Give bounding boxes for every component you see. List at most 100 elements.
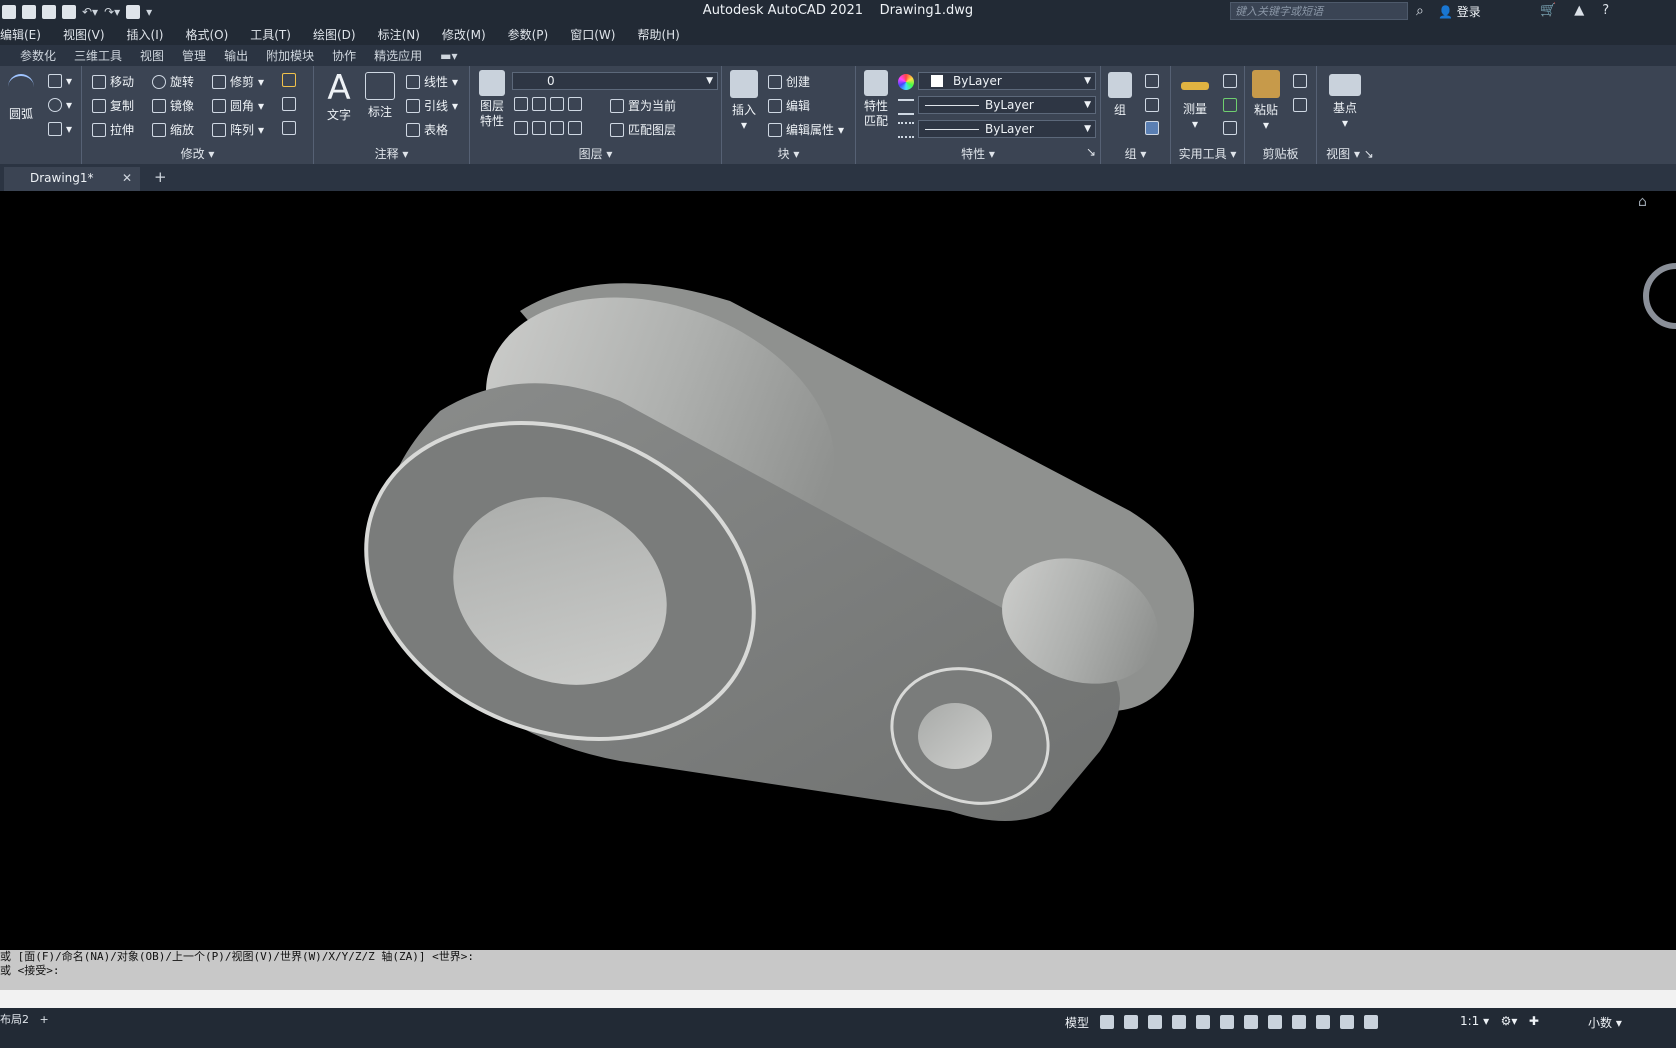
layer-thaw-icon[interactable]	[550, 121, 564, 135]
polar-icon[interactable]	[1172, 1015, 1186, 1029]
linetype-dropdown[interactable]: ByLayer ▼	[918, 96, 1096, 114]
ellipse-button[interactable]: ▾	[48, 98, 72, 112]
panel-title-properties[interactable]: 特性 ▾ ↘	[856, 145, 1100, 162]
stretch-button[interactable]: 拉伸	[92, 121, 134, 138]
panel-title-modify[interactable]: 修改 ▾	[82, 145, 313, 162]
autodesk-icon[interactable]: ▲	[1574, 3, 1584, 18]
annotation-scale-icon[interactable]	[1340, 1015, 1354, 1029]
calculator-icon[interactable]	[1223, 121, 1237, 135]
menu-view[interactable]: 视图(V)	[63, 26, 105, 43]
close-icon[interactable]: ✕	[122, 171, 132, 185]
cut-icon[interactable]	[1293, 74, 1307, 88]
layer-on-icon[interactable]	[514, 121, 528, 135]
osnap-icon[interactable]	[1196, 1015, 1210, 1029]
dialog-launcher-icon[interactable]: ↘	[1086, 145, 1096, 159]
base-point-button[interactable]: 基点 ▾	[1325, 74, 1365, 130]
units-selector[interactable]: 小数 ▾	[1588, 1014, 1622, 1031]
fillet-button[interactable]: 圆角 ▾	[212, 97, 264, 114]
cart-icon[interactable]: 🛒	[1540, 3, 1556, 18]
user-icon[interactable]	[1292, 1015, 1306, 1029]
home-icon[interactable]: ⌂	[1638, 194, 1647, 210]
panel-title-layers[interactable]: 图层 ▾	[470, 145, 721, 162]
menu-window[interactable]: 窗口(W)	[570, 26, 615, 43]
layer-unlock-icon[interactable]	[568, 121, 582, 135]
set-current-button[interactable]: 置为当前	[610, 97, 676, 114]
login-button[interactable]: 👤 登录	[1438, 3, 1481, 20]
layer-freeze-icon[interactable]	[550, 97, 564, 111]
group-button[interactable]: 组	[1103, 72, 1137, 118]
text-button[interactable]: A 文字	[322, 70, 356, 123]
menu-format[interactable]: 格式(O)	[185, 26, 228, 43]
rotate-button[interactable]: 旋转	[152, 73, 194, 90]
snap-icon[interactable]	[1124, 1015, 1138, 1029]
layer-isolate-icon[interactable]	[532, 97, 546, 111]
scale-button[interactable]: 缩放	[152, 121, 194, 138]
move-button[interactable]: 移动	[92, 73, 134, 90]
array-button[interactable]: 阵列 ▾	[212, 121, 264, 138]
layer-properties-button[interactable]: 图层特性	[474, 70, 510, 129]
panel-title-utilities[interactable]: 实用工具 ▾	[1171, 145, 1244, 162]
text-icon[interactable]	[1220, 1015, 1234, 1029]
menu-parametric[interactable]: 参数(P)	[508, 26, 549, 43]
grid-icon[interactable]	[1100, 1015, 1114, 1029]
table-button[interactable]: 表格	[406, 121, 448, 138]
layer-off-icon[interactable]	[514, 97, 528, 111]
panel-title-annotation[interactable]: 注释 ▾	[314, 145, 469, 162]
panel-title-view[interactable]: 视图 ▾ ↘	[1317, 145, 1383, 162]
dimension-button[interactable]: 标注	[362, 72, 398, 120]
menu-edit[interactable]: 编辑(E)	[0, 26, 41, 43]
lineweight-dropdown[interactable]: ByLayer ▼	[918, 120, 1096, 138]
tab-view[interactable]: 视图	[140, 47, 164, 64]
doc-tab-drawing1[interactable]: Drawing1* ✕	[4, 167, 140, 191]
drawing-viewport[interactable]: ⌂	[0, 191, 1676, 945]
rectangle-button[interactable]: ▾	[48, 74, 72, 88]
layer-unisolate-icon[interactable]	[532, 121, 546, 135]
menu-insert[interactable]: 插入(I)	[127, 26, 164, 43]
tab-3d-tools[interactable]: 三维工具	[74, 47, 122, 64]
layer-lock-icon[interactable]	[568, 97, 582, 111]
paste-button[interactable]: 粘贴 ▾	[1249, 70, 1283, 132]
tab-parametric[interactable]: 参数化	[20, 47, 56, 64]
panel-title-block[interactable]: 块 ▾	[722, 145, 855, 162]
edit-attributes-button[interactable]: 编辑属性 ▾	[768, 121, 844, 138]
hatch-button[interactable]: ▾	[48, 122, 72, 136]
tab-collaborate[interactable]: 协作	[332, 47, 356, 64]
leader-button[interactable]: 引线 ▾	[406, 97, 458, 114]
model-space-button[interactable]: 模型	[1065, 1014, 1089, 1031]
menu-draw[interactable]: 绘图(D)	[313, 26, 356, 43]
copy-clip-icon[interactable]	[1293, 98, 1307, 112]
keyboard-icon[interactable]	[1268, 1015, 1282, 1029]
ortho-icon[interactable]	[1148, 1015, 1162, 1029]
new-tab-icon[interactable]: +	[154, 168, 167, 186]
annotation-scale[interactable]: 1:1 ▾ ⚙▾ ✚	[1460, 1014, 1539, 1028]
tab-addins[interactable]: 附加模块	[266, 47, 314, 64]
trim-button[interactable]: 修剪 ▾	[212, 73, 264, 90]
menu-help[interactable]: 帮助(H)	[637, 26, 679, 43]
offset-button[interactable]	[282, 121, 296, 135]
edit-block-button[interactable]: 编辑	[768, 97, 810, 114]
mirror-button[interactable]: 镜像	[152, 97, 194, 114]
help-icon[interactable]: ?	[1602, 3, 1609, 18]
menu-modify[interactable]: 修改(M)	[442, 26, 486, 43]
color-wheel-icon[interactable]	[898, 74, 914, 90]
arc-button[interactable]: 圆弧	[4, 74, 38, 122]
viewcube-ring[interactable]	[1643, 263, 1676, 329]
command-input[interactable]	[0, 990, 1676, 1008]
wrench-icon[interactable]	[1316, 1015, 1330, 1029]
copy-button[interactable]: 复制	[92, 97, 134, 114]
quick-select-icon[interactable]	[1223, 74, 1237, 88]
menu-tools[interactable]: 工具(T)	[250, 26, 291, 43]
group-select-icon[interactable]	[1145, 121, 1159, 135]
erase-button[interactable]	[282, 73, 296, 87]
measure-button[interactable]: 测量 ▾	[1173, 72, 1217, 131]
create-block-button[interactable]: 创建	[768, 73, 810, 90]
tab-output[interactable]: 输出	[224, 47, 248, 64]
ungroup-icon[interactable]	[1145, 74, 1159, 88]
match-layer-button[interactable]: 匹配图层	[610, 121, 676, 138]
workspace-icon[interactable]	[1364, 1015, 1378, 1029]
menu-dimension[interactable]: 标注(N)	[378, 26, 420, 43]
color-dropdown[interactable]: ByLayer ▼	[918, 72, 1096, 90]
search-input[interactable]: 键入关键字或短语	[1230, 2, 1408, 20]
explode-button[interactable]	[282, 97, 296, 111]
tab-manage[interactable]: 管理	[182, 47, 206, 64]
